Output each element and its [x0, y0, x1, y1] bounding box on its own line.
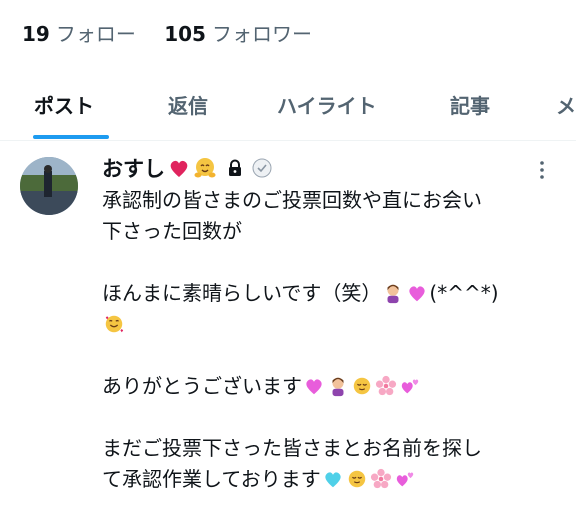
pink-heart-emoji: [409, 286, 426, 302]
following-link[interactable]: 19 フォロー: [22, 18, 136, 47]
tab-media[interactable]: メ: [556, 90, 576, 119]
hugging-face-emoji: [194, 158, 216, 178]
avatar[interactable]: [20, 157, 78, 215]
relieved-face-emoji: [348, 470, 366, 488]
tab-highlights[interactable]: ハイライト: [277, 90, 377, 119]
woman-gesturing-emoji: [387, 284, 399, 304]
tab-articles[interactable]: 記事: [450, 90, 490, 119]
paragraph-1: 承認制の皆さまのご投票回数や直にお会い 下さった回数が: [102, 185, 562, 247]
post-item[interactable]: おすし 承認制の皆さまのご投票回数や直にお会い 下さった回数が ほんまに素晴らし…: [0, 141, 576, 514]
followers-label: フォロワー: [211, 22, 312, 46]
paragraph-3: ありがとうございます: [102, 371, 562, 402]
smiling-face-with-hearts-emoji: [105, 315, 124, 333]
text-line: まだご投票下さった皆さまとお名前を探し: [102, 436, 482, 460]
followers-count: 105: [164, 22, 206, 46]
verified-badge-icon: [252, 158, 272, 178]
text-segment: ほんまに素晴らしいです（笑）: [102, 281, 382, 305]
active-tab-indicator: [33, 135, 109, 139]
followers-link[interactable]: 105 フォロワー: [164, 18, 312, 47]
red-heart-emoji: [170, 160, 188, 177]
pink-heart-emoji: [306, 379, 322, 395]
cherry-blossom-emoji: [375, 375, 397, 396]
light-blue-heart-emoji: [325, 472, 341, 488]
text-segment: (*^^*): [429, 281, 499, 305]
more-icon[interactable]: [536, 159, 548, 181]
following-label: フォロー: [55, 22, 136, 46]
paragraph-4: まだご投票下さった皆さまとお名前を探し て承認作業しております: [102, 433, 562, 495]
text-line: 承認制の皆さまのご投票回数や直にお会い: [102, 188, 482, 212]
post-header: おすし: [102, 153, 273, 183]
author-name[interactable]: おすし: [102, 153, 165, 183]
profile-tabs: ポスト 返信 ハイライト 記事 メ: [0, 76, 576, 141]
text-line: 下さった回数が: [102, 219, 242, 243]
two-hearts-emoji: [401, 379, 419, 394]
text-segment: ありがとうございます: [102, 374, 302, 398]
woman-gesturing-emoji: [332, 377, 344, 397]
post-text: 承認制の皆さまのご投票回数や直にお会い 下さった回数が ほんまに素晴らしいです（…: [102, 185, 562, 526]
cherry-blossom-emoji: [370, 468, 391, 489]
two-hearts-emoji: [396, 472, 414, 487]
tab-replies[interactable]: 返信: [168, 90, 208, 119]
relieved-face-emoji: [353, 377, 371, 395]
paragraph-2: ほんまに素晴らしいです（笑） (*^^*): [102, 278, 562, 340]
text-segment: て承認作業しております: [102, 467, 321, 491]
following-count: 19: [22, 22, 50, 46]
tab-posts[interactable]: ポスト: [34, 90, 94, 119]
follow-stats: 19 フォロー 105 フォロワー: [22, 18, 334, 47]
lock-icon: [229, 159, 241, 176]
